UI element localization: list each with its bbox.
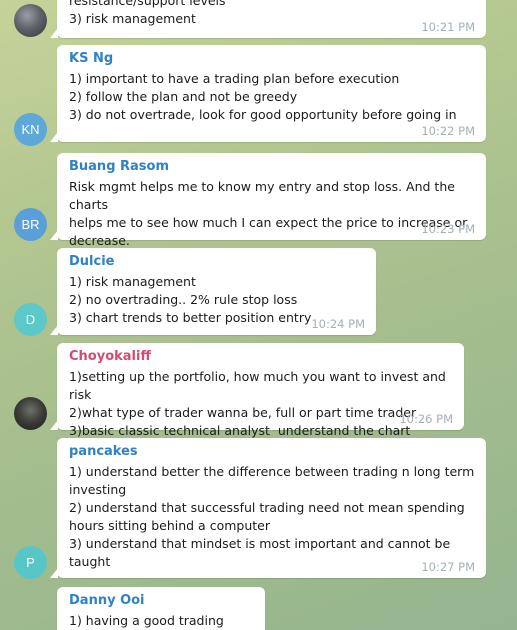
message-text: 1) understand better the difference betw…	[69, 464, 475, 569]
sender-name[interactable]: KS Ng	[69, 51, 475, 67]
message-time: 10:23 PM	[421, 222, 475, 236]
message-text: resistance/support levels 3) risk manage…	[69, 0, 226, 26]
message-bubble: KS Ng 1) important to have a trading pla…	[50, 45, 486, 142]
avatar[interactable]: P	[14, 546, 47, 579]
message-bubble: Dulcie 1) risk management 2) no overtrad…	[50, 248, 376, 335]
avatar[interactable]: KN	[14, 113, 47, 146]
sender-name[interactable]: Danny Ooi	[69, 593, 254, 609]
sender-name[interactable]: Buang Rasom	[69, 159, 475, 175]
message-bubble: Choyokaliff 1)setting up the portfolio, …	[50, 343, 464, 438]
message-text: 1) important to have a trading plan befo…	[69, 71, 457, 122]
message-time: 10:21 PM	[421, 20, 475, 34]
avatar[interactable]: D	[14, 303, 47, 336]
sender-name[interactable]: Dulcie	[69, 254, 365, 270]
sender-name[interactable]: Choyokaliff	[69, 349, 453, 365]
message-bubble: Buang Rasom Risk mgmt helps me to know m…	[50, 153, 486, 248]
user-avatar-icon[interactable]	[14, 397, 47, 430]
message-time: 10:22 PM	[421, 124, 475, 138]
message-bubble: resistance/support levels 3) risk manage…	[50, 0, 486, 38]
message-time: 10:24 PM	[311, 317, 365, 331]
message-bubble: pancakes 1) understand better the differ…	[50, 438, 486, 578]
message-time: 10:27 PM	[421, 560, 475, 574]
sender-name[interactable]: pancakes	[69, 444, 475, 460]
avatar[interactable]: BR	[14, 208, 47, 241]
message-time: 10:26 PM	[399, 412, 453, 426]
message-text: 1) having a good trading plan	[69, 613, 224, 628]
message-text: 1)setting up the portfolio, how much you…	[69, 369, 446, 438]
message-text: Risk mgmt helps me to know my entry and …	[69, 179, 468, 248]
message-bubble: Danny Ooi 1) having a good trading plan	[57, 587, 265, 630]
user-avatar-icon[interactable]	[14, 4, 47, 37]
